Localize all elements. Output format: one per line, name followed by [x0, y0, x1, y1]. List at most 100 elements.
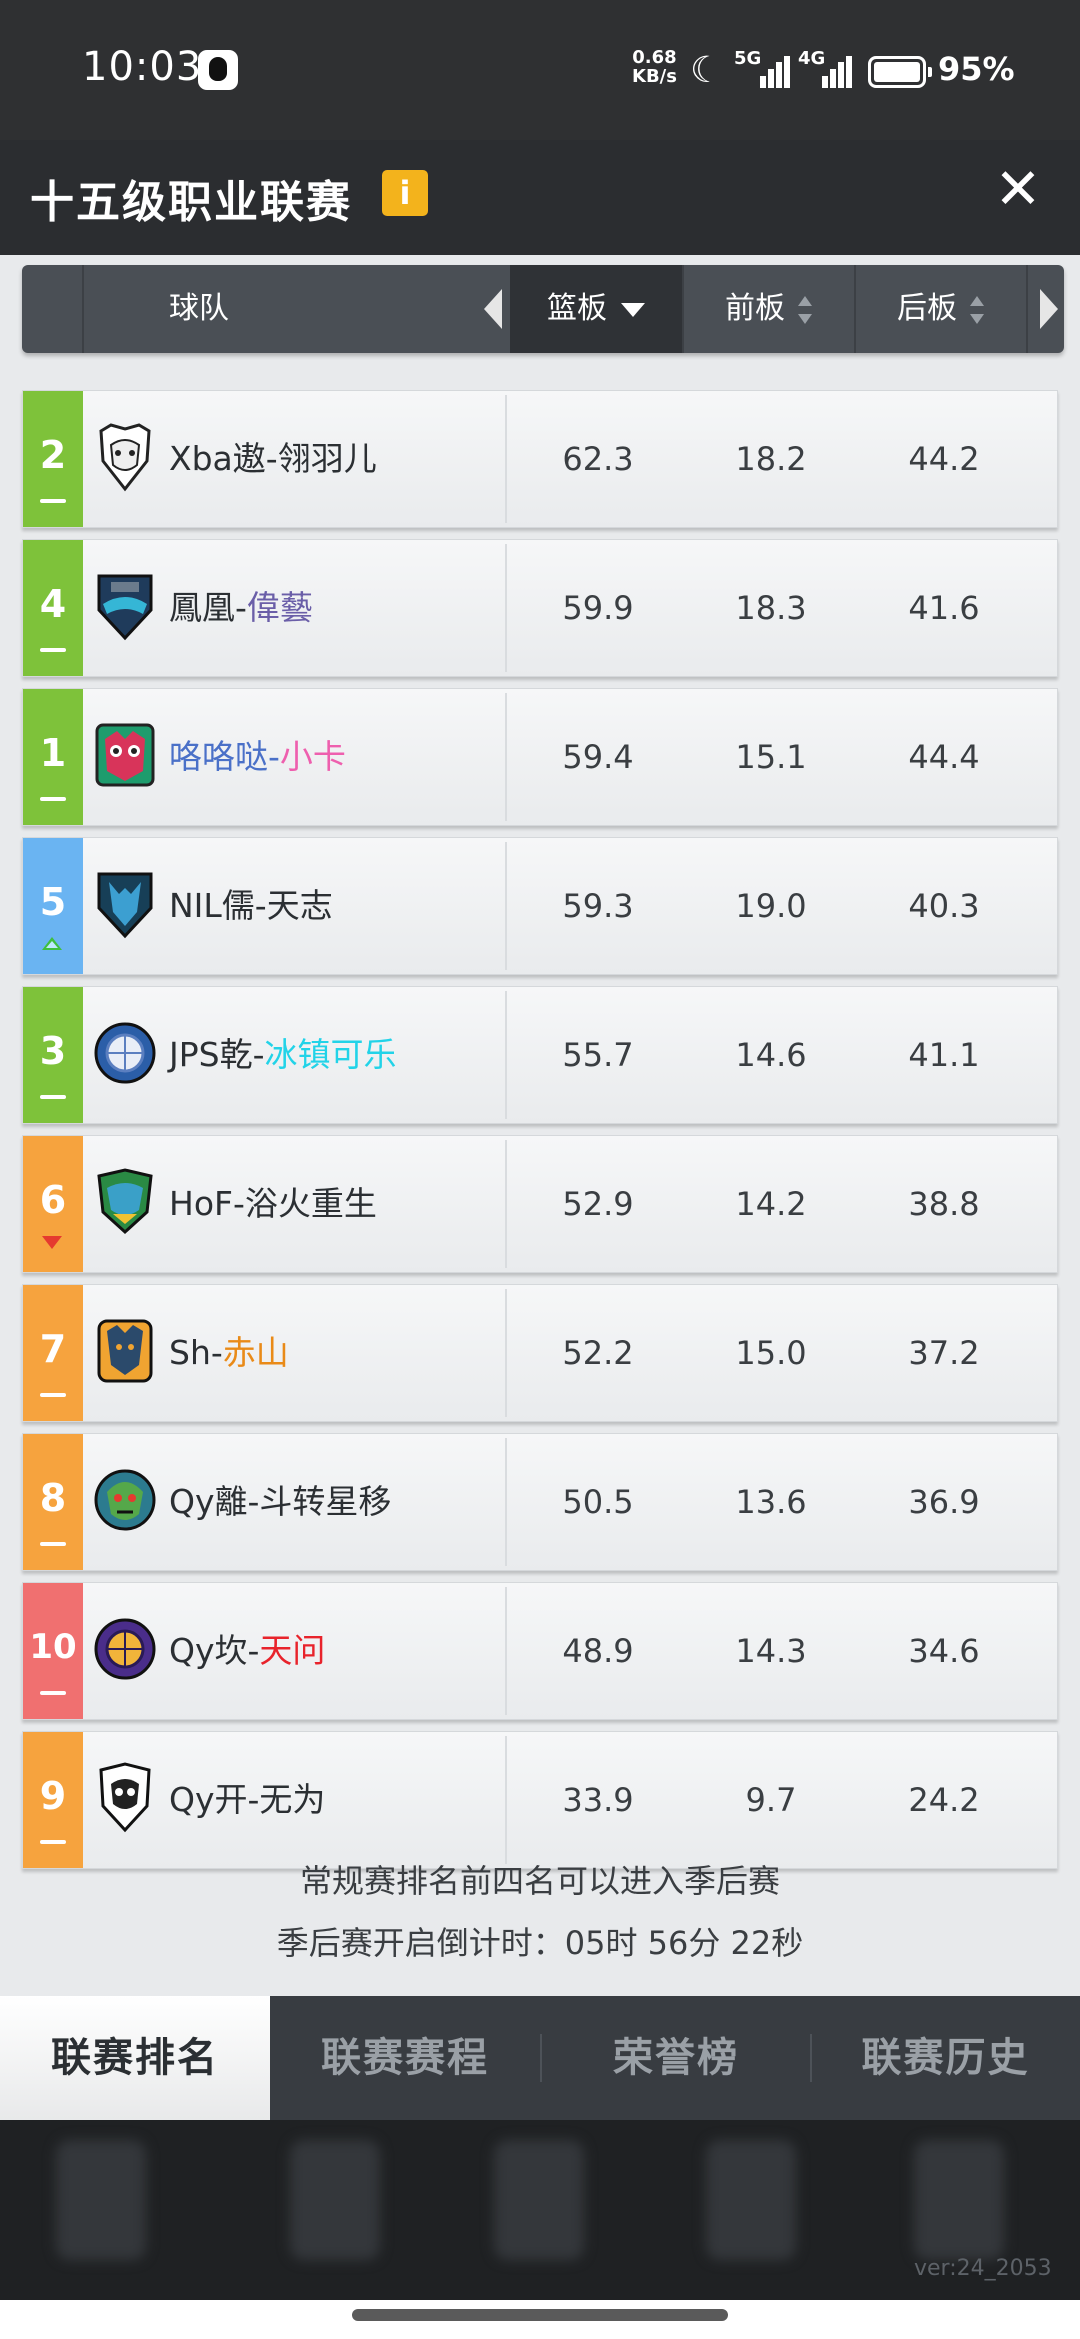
- team-name-suffix: 天志: [266, 886, 333, 925]
- tab-league-history[interactable]: 联赛历史: [811, 1996, 1080, 2120]
- column-header-off-rebounds[interactable]: 前板: [684, 265, 854, 353]
- basketball-circle-logo: [93, 1017, 157, 1089]
- team-name-main: 咯咯哒-: [169, 737, 280, 776]
- rank-badge: 1: [23, 689, 83, 825]
- info-icon[interactable]: i: [382, 170, 428, 216]
- tab-league-schedule[interactable]: 联赛赛程: [270, 1996, 540, 2120]
- column-header-def-rebounds-label: 后板: [897, 291, 957, 326]
- rebounds-value: 52.9: [562, 1185, 634, 1223]
- off-rebounds-value: 19.0: [735, 887, 807, 925]
- table-row[interactable]: 4 鳳凰-偉藝 59.9 18.3 41.6: [22, 539, 1058, 677]
- rank-down-icon: [42, 1236, 62, 1249]
- column-header-off-rebounds-label: 前板: [725, 291, 785, 326]
- scroll-right-icon[interactable]: [1040, 289, 1058, 329]
- def-rebounds-value: 37.2: [908, 1334, 980, 1372]
- table-row[interactable]: 8 Qy離-斗转星移 50.5 13.6 36.9: [22, 1433, 1058, 1571]
- rebounds-value: 62.3: [562, 440, 634, 478]
- rank-number: 7: [39, 1327, 67, 1371]
- team-name: Sh-赤山: [169, 1285, 289, 1421]
- off-rebounds-value: 14.6: [735, 1036, 807, 1074]
- team-name-main: Sh-: [169, 1333, 223, 1372]
- rank-up-icon: [42, 937, 62, 950]
- page-title: 十五级职业联赛: [30, 177, 352, 228]
- def-rebounds-value: 41.6: [908, 589, 980, 627]
- off-rebounds-value: 9.7: [745, 1781, 797, 1819]
- rebounds-value: 59.3: [562, 887, 634, 925]
- dragon-shield-logo: [93, 570, 157, 642]
- def-rebounds-value: 36.9: [908, 1483, 980, 1521]
- team-name: Qy離-斗转星移: [169, 1434, 391, 1570]
- sort-desc-icon: [621, 302, 645, 317]
- rebounds-value: 59.9: [562, 589, 634, 627]
- rank-badge: 3: [23, 987, 83, 1123]
- team-name: Qy坎-天问: [169, 1583, 325, 1719]
- team-name-main: 鳳凰-: [169, 588, 247, 627]
- column-header-rebounds[interactable]: 篮板: [510, 265, 682, 353]
- table-row[interactable]: 6 HoF-浴火重生 52.9 14.2 38.8: [22, 1135, 1058, 1273]
- table-row[interactable]: 2 Xba遨-翎羽儿 62.3 18.2 44.2: [22, 390, 1058, 528]
- def-rebounds-value: 34.6: [908, 1632, 980, 1670]
- table-row[interactable]: 1 咯咯哒-小卡 59.4 15.1 44.4: [22, 688, 1058, 826]
- team-name-main: JPS乾-: [169, 1035, 265, 1074]
- dragon-head-logo: [93, 1166, 157, 1238]
- goblin-face-logo: [93, 1464, 157, 1536]
- playoff-rule-text: 常规赛排名前四名可以进入季后赛: [299, 1862, 780, 1900]
- rank-same-icon: [40, 1691, 66, 1695]
- signal-bars-icon: [746, 56, 790, 88]
- battery-percent: 95%: [938, 50, 1015, 88]
- home-gesture-handle[interactable]: [352, 2309, 728, 2321]
- qq-notification-icon: [198, 50, 238, 90]
- table-row[interactable]: 7 Sh-赤山 52.2 15.0 37.2: [22, 1284, 1058, 1422]
- network-speed: 0.68 KB/s: [632, 48, 677, 86]
- rank-badge: 6: [23, 1136, 83, 1272]
- team-name-main: Xba遨-: [169, 439, 278, 478]
- rank-same-icon: [40, 648, 66, 652]
- owl-logo: [93, 719, 157, 791]
- team-name-suffix: 小卡: [279, 737, 346, 776]
- column-header-team: 球队: [169, 291, 229, 326]
- playoff-countdown-text: 季后赛开启倒计时：05时 56分 22秒: [276, 1924, 804, 1962]
- rank-same-icon: [40, 499, 66, 503]
- wolf-shield-logo: [93, 868, 157, 940]
- team-name-suffix: 冰镇可乐: [264, 1035, 397, 1074]
- team-name: 鳳凰-偉藝: [169, 540, 313, 676]
- def-rebounds-value: 38.8: [908, 1185, 980, 1223]
- column-divider: [505, 395, 507, 523]
- team-name: Xba遨-翎羽儿: [169, 391, 377, 527]
- tab-league-ranking[interactable]: 联赛排名: [0, 1996, 270, 2120]
- moon-icon: ☾: [690, 50, 723, 91]
- def-rebounds-value: 44.4: [908, 738, 980, 776]
- sort-icon: [969, 295, 985, 325]
- off-rebounds-value: 15.0: [735, 1334, 807, 1372]
- column-header-def-rebounds[interactable]: 后板: [856, 265, 1026, 353]
- column-divider: [505, 544, 507, 672]
- tab-honor-board[interactable]: 荣誉榜: [541, 1996, 811, 2120]
- def-rebounds-value: 24.2: [908, 1781, 980, 1819]
- scroll-left-icon[interactable]: [484, 289, 502, 329]
- column-divider: [505, 1289, 507, 1417]
- team-name-suffix: 赤山: [222, 1333, 289, 1372]
- version-label: ver:24_2053: [914, 2256, 1052, 2281]
- rank-number: 1: [39, 731, 67, 775]
- team-name-main: HoF-浴火重生: [169, 1184, 377, 1223]
- table-row[interactable]: 5 NIL儒-天志 59.3 19.0 40.3: [22, 837, 1058, 975]
- def-rebounds-value: 44.2: [908, 440, 980, 478]
- sort-icon: [797, 295, 813, 325]
- column-divider: [505, 842, 507, 970]
- table-row[interactable]: 10 Qy坎-天问 48.9 14.3 34.6: [22, 1582, 1058, 1720]
- title-bar: 十五级职业联赛 i ✕: [0, 140, 1080, 255]
- network-speed-unit: KB/s: [632, 66, 677, 87]
- rebounds-value: 50.5: [562, 1483, 634, 1521]
- rank-same-icon: [40, 1393, 66, 1397]
- rank-badge: 9: [23, 1732, 83, 1868]
- table-row[interactable]: 9 Qy开-无为 33.9 9.7 24.2: [22, 1731, 1058, 1869]
- close-icon[interactable]: ✕: [988, 160, 1048, 220]
- off-rebounds-value: 13.6: [735, 1483, 807, 1521]
- rank-number: 9: [39, 1774, 67, 1818]
- purple-ball-logo: [93, 1613, 157, 1685]
- off-rebounds-value: 14.3: [735, 1632, 807, 1670]
- rank-badge: 7: [23, 1285, 83, 1421]
- rebounds-value: 33.9: [562, 1781, 634, 1819]
- table-row[interactable]: 3 JPS乾-冰镇可乐 55.7 14.6 41.1: [22, 986, 1058, 1124]
- rank-badge: 8: [23, 1434, 83, 1570]
